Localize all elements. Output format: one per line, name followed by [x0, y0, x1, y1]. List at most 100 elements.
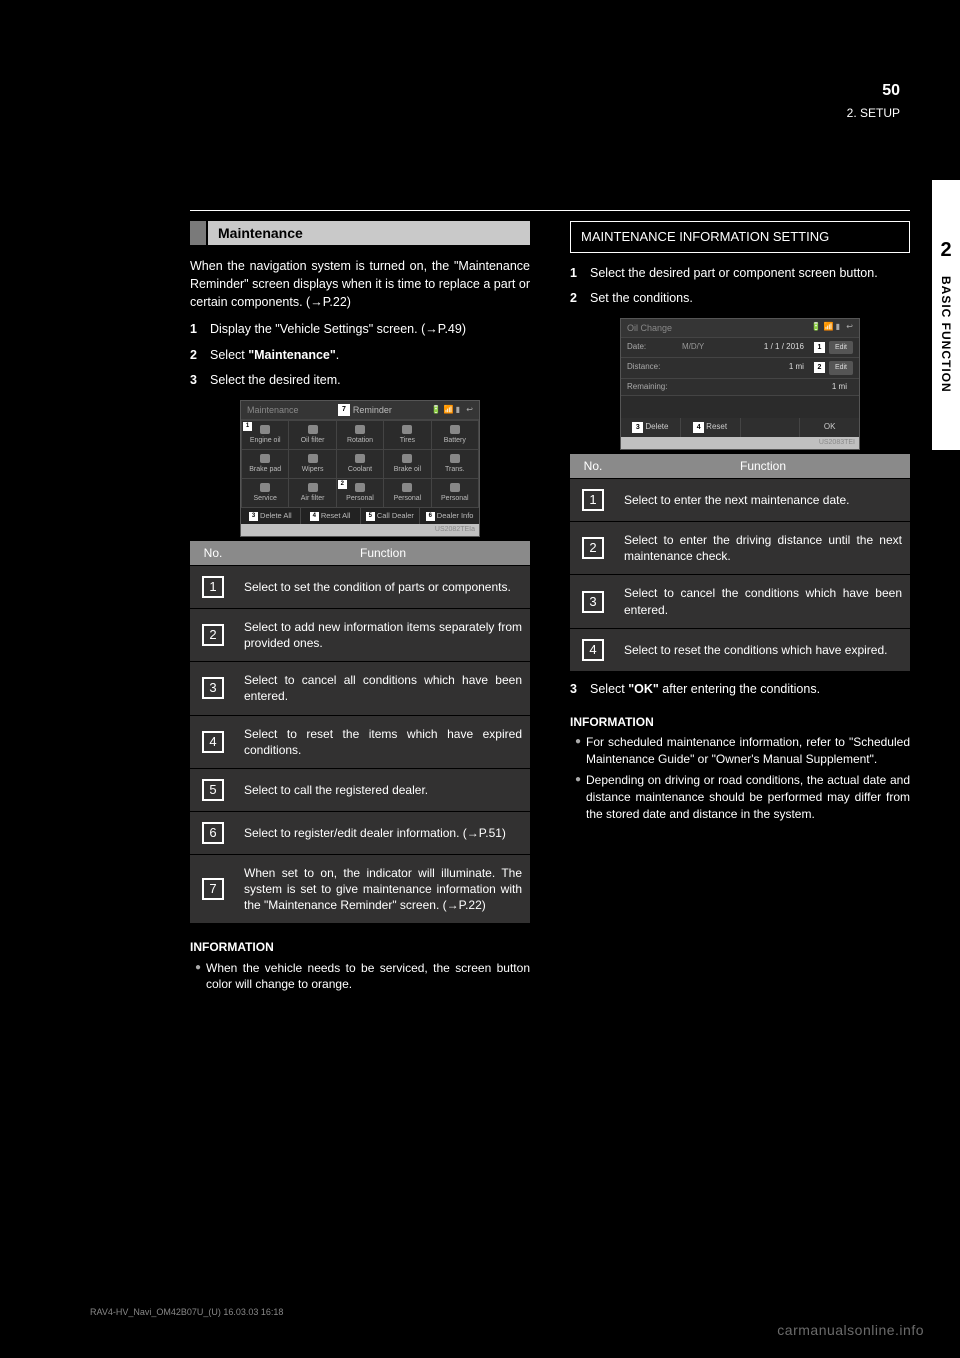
maintenance-item[interactable]: Trans.: [432, 450, 478, 478]
maintenance-item[interactable]: Brake pad: [242, 450, 288, 478]
table-cell-fn: When set to on, the indicator will illum…: [236, 854, 530, 923]
step-text: Select "OK" after entering the condition…: [590, 681, 910, 699]
step-button-name: "Maintenance": [248, 348, 336, 362]
footer-button[interactable]: 3Delete All: [241, 508, 301, 524]
footer-button[interactable]: 6Dealer Info: [420, 508, 479, 524]
form-row: Date:M/D/Y1 / 1 / 20161Edit: [621, 338, 859, 358]
maintenance-screenshot: Maintenance 7 Reminder 🔋 📶 ▮ ↩ 1Engine o…: [240, 400, 480, 537]
maintenance-item[interactable]: Brake oil: [384, 450, 430, 478]
item-icon: [402, 454, 412, 463]
function-table-right: No. Function 1Select to enter the next m…: [570, 454, 910, 671]
item-label: Personal: [394, 494, 422, 503]
item-label: Trans.: [445, 465, 465, 474]
maintenance-item[interactable]: Oil filter: [289, 421, 335, 449]
header-rule: [190, 210, 910, 211]
form-row: Distance:1 mi2Edit: [621, 358, 859, 378]
spacer: [621, 396, 859, 418]
item-icon: [260, 425, 270, 434]
edit-button[interactable]: Edit: [829, 361, 853, 374]
status-icons: 🔋 📶 ▮ ↩: [431, 405, 473, 416]
maintenance-item[interactable]: Battery: [432, 421, 478, 449]
information-block-left: INFORMATION ● When the vehicle needs to …: [190, 939, 530, 993]
information-text: For scheduled maintenance information, r…: [586, 734, 910, 768]
maintenance-item[interactable]: Rotation: [337, 421, 383, 449]
information-title: INFORMATION: [190, 939, 530, 955]
callout-number: 1: [202, 576, 224, 598]
table-row: 3Select to cancel all conditions which h…: [190, 662, 530, 715]
back-icon[interactable]: ↩: [466, 405, 473, 414]
title-stub: [190, 221, 206, 245]
step-number: 2: [570, 290, 590, 308]
step-text: Select "Maintenance".: [210, 347, 530, 365]
watermark: carmanualsonline.info: [777, 1321, 924, 1340]
reminder-label: Reminder: [353, 404, 392, 416]
chapter-tab: 2 BASIC FUNCTION: [932, 180, 960, 450]
table-row: 4Select to reset the conditions which ha…: [570, 628, 910, 671]
footer-button[interactable]: OK: [800, 418, 859, 437]
intro-text: When the navigation system is turned on,…: [190, 257, 530, 311]
maintenance-item[interactable]: Personal: [384, 479, 430, 507]
item-label: Oil filter: [301, 436, 325, 445]
maintenance-item[interactable]: Personal: [432, 479, 478, 507]
maintenance-item[interactable]: Coolant: [337, 450, 383, 478]
table-cell-fn: Select to enter the driving distance unt…: [616, 521, 910, 574]
maintenance-item[interactable]: Service: [242, 479, 288, 507]
item-icon: [450, 454, 460, 463]
information-line: ●Depending on driving or road conditions…: [570, 772, 910, 822]
information-title: INFORMATION: [570, 714, 910, 730]
table-cell-no: 6: [190, 811, 236, 854]
form-value: 1 mi: [682, 382, 853, 393]
step-text: Set the conditions.: [590, 290, 910, 308]
callout-badge: 3: [632, 422, 643, 433]
maintenance-item[interactable]: Air filter: [289, 479, 335, 507]
item-label: Rotation: [347, 436, 373, 445]
screenshot-titlebar: Maintenance 7 Reminder 🔋 📶 ▮ ↩: [241, 401, 479, 420]
callout-number: 4: [202, 731, 224, 753]
step-text: Display the "Vehicle Settings" screen. (…: [210, 321, 530, 339]
table-cell-fn: Select to enter the next maintenance dat…: [616, 478, 910, 521]
table-cell-no: 2: [190, 608, 236, 661]
item-label: Battery: [444, 436, 466, 445]
status-icon-group: 🔋 📶 ▮: [811, 322, 840, 331]
section-title-bar: Maintenance: [190, 221, 530, 245]
edit-button[interactable]: Edit: [829, 341, 853, 354]
footer-button[interactable]: 5Call Dealer: [361, 508, 421, 524]
callout-number: 1: [582, 489, 604, 511]
subheading-box: MAINTENANCE INFORMATION SETTING: [570, 221, 910, 253]
footer-button[interactable]: 3Delete: [621, 418, 681, 437]
reminder-toggle[interactable]: 7 Reminder: [338, 404, 392, 416]
footer-button[interactable]: 4Reset All: [301, 508, 361, 524]
callout-badge: 5: [366, 512, 375, 521]
maintenance-item[interactable]: 1Engine oil: [242, 421, 288, 449]
information-text: Depending on driving or road conditions,…: [586, 772, 910, 822]
form-format: M/D/Y: [682, 342, 704, 353]
maintenance-item[interactable]: 2Personal: [337, 479, 383, 507]
item-icon: [355, 454, 365, 463]
step-text-suffix: .: [336, 348, 339, 362]
step-number: 3: [570, 681, 590, 699]
maintenance-item[interactable]: Tires: [384, 421, 430, 449]
callout-number: 5: [202, 779, 224, 801]
callout-badge-7: 7: [338, 404, 350, 416]
bullet-icon: ●: [190, 960, 206, 994]
callout-badge: 6: [426, 512, 435, 521]
table-cell-fn: Select to call the registered dealer.: [236, 768, 530, 811]
step-1: 1 Display the "Vehicle Settings" screen.…: [190, 321, 530, 339]
callout-badge: 1: [814, 342, 825, 353]
table-head-fn: Function: [236, 541, 530, 566]
section-title: Maintenance: [208, 221, 530, 245]
footer-label: OK: [824, 422, 836, 433]
form-value: 1 / 1 / 2016: [710, 342, 810, 353]
item-icon: [402, 483, 412, 492]
callout-number: 3: [202, 677, 224, 699]
screenshot-id: US2083TEI: [621, 437, 859, 448]
footer-label: Reset All: [321, 511, 351, 521]
table-row: 4Select to reset the items which have ex…: [190, 715, 530, 768]
table-row: 2Select to add new information items sep…: [190, 608, 530, 661]
callout-badge: 4: [693, 422, 704, 433]
back-icon[interactable]: ↩: [846, 322, 853, 331]
item-icon: [260, 483, 270, 492]
maintenance-item[interactable]: Wipers: [289, 450, 335, 478]
callout-badge: 3: [249, 512, 258, 521]
footer-button[interactable]: 4Reset: [681, 418, 741, 437]
